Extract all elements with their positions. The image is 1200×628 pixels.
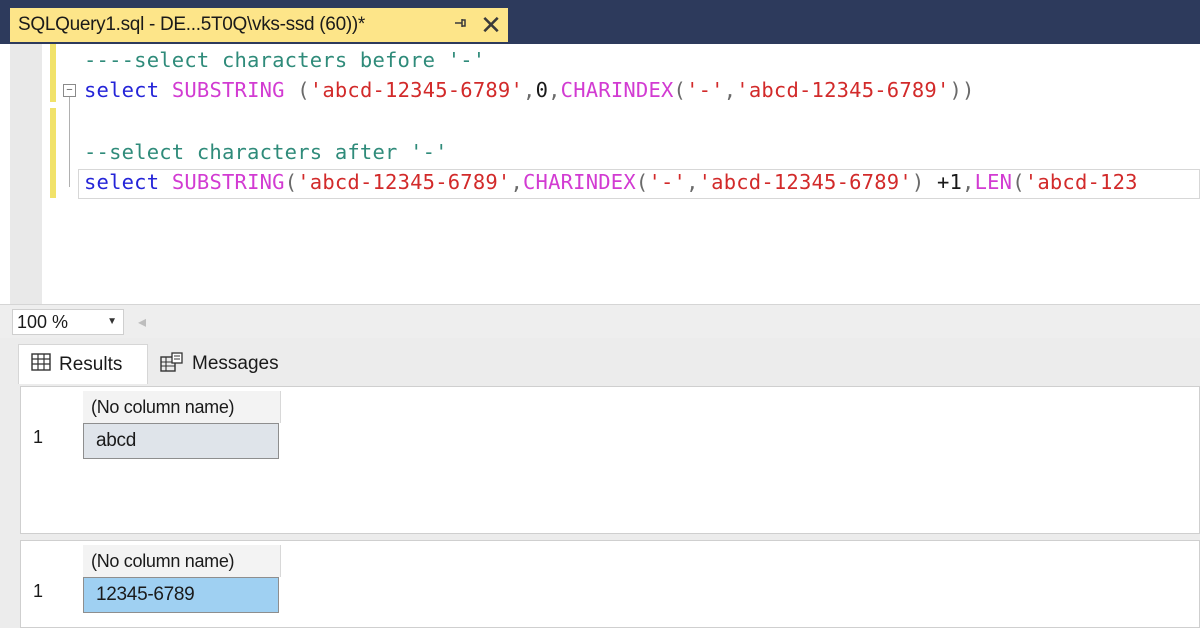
column-header[interactable]: (No column name) [83,545,281,577]
punctuation: , [510,170,524,194]
punctuation: , [962,170,975,194]
punctuation: ( [284,170,298,194]
function-name: LEN [974,170,1013,194]
function-name: CHARINDEX [523,170,636,194]
scroll-left-icon[interactable]: ◂ [138,312,146,332]
punctuation: ( [635,170,649,194]
fold-guide [69,97,70,187]
punctuation: ) [911,170,925,194]
punctuation: , [523,78,536,102]
pin-icon[interactable] [446,16,474,35]
number-literal: 0 [535,78,549,102]
punctuation: )) [949,78,975,102]
query-document-tab[interactable]: SQLQuery1.sql - DE...5T0Q\vks-ssd (60))*… [10,8,508,42]
string-literal: '-' [648,170,687,194]
string-literal: 'abcd-12345-6789' [698,170,912,194]
query-editor[interactable]: − ----select characters before '-' selec… [0,44,1200,304]
code-line-select-before: select SUBSTRING ('abcd-12345-6789',0,CH… [84,78,975,102]
punctuation: ( [673,78,687,102]
punctuation: ( [1012,170,1025,194]
punctuation: ( [284,78,310,102]
punctuation: , [723,78,737,102]
results-pane: Results Messages (No column name) 1 abcd… [0,338,1200,628]
string-literal: 'abcd-12345-6789' [736,78,950,102]
number-literal: +1 [924,170,963,194]
dropdown-arrow-icon[interactable]: ▼ [107,310,117,334]
change-marker [50,108,56,198]
string-literal: 'abcd-12345-6789' [309,78,524,102]
query-tab-title: SQLQuery1.sql - DE...5T0Q\vks-ssd (60))* [18,14,365,35]
code-line-comment-after: --select characters after '-' [84,140,448,164]
function-name: SUBSTRING [171,78,285,102]
grid-icon [31,353,51,376]
row-number[interactable]: 1 [33,427,43,448]
column-header[interactable]: (No column name) [83,391,281,423]
string-literal: 'abcd-12345-6789' [297,170,511,194]
tab-results[interactable]: Results [18,344,148,384]
change-marker [50,44,56,102]
zoom-strip: 100 % ▼ ◂ [0,304,1200,338]
result-cell[interactable]: abcd [83,423,279,459]
keyword: select [84,170,160,194]
result-cell-selected[interactable]: 12345-6789 [83,577,279,613]
close-icon[interactable]: ✕ [474,12,508,38]
function-name: SUBSTRING [171,170,285,194]
editor-margin [10,44,42,304]
zoom-value: 100 % [17,312,69,332]
tab-messages-label: Messages [192,353,279,374]
code-line-comment-before: ----select characters before '-' [84,48,486,72]
row-number[interactable]: 1 [33,581,43,602]
keyword: select [84,78,160,102]
string-literal: '-' [686,78,724,102]
function-name: CHARINDEX [560,78,674,102]
result-grid[interactable]: (No column name) 1 12345-6789 [20,540,1200,628]
tab-messages[interactable]: Messages [152,344,302,384]
collapse-icon[interactable]: − [63,84,76,97]
document-tab-bar: SQLQuery1.sql - DE...5T0Q\vks-ssd (60))*… [0,0,1200,44]
tab-results-label: Results [59,353,123,375]
zoom-select[interactable]: 100 % ▼ [12,309,124,335]
code-line-select-after: select SUBSTRING('abcd-12345-6789',CHARI… [84,170,1138,194]
punctuation: , [548,78,561,102]
messages-icon [160,351,184,377]
result-grid[interactable]: (No column name) 1 abcd [20,386,1200,534]
string-literal: 'abcd-123 [1024,170,1138,194]
punctuation: , [686,170,699,194]
